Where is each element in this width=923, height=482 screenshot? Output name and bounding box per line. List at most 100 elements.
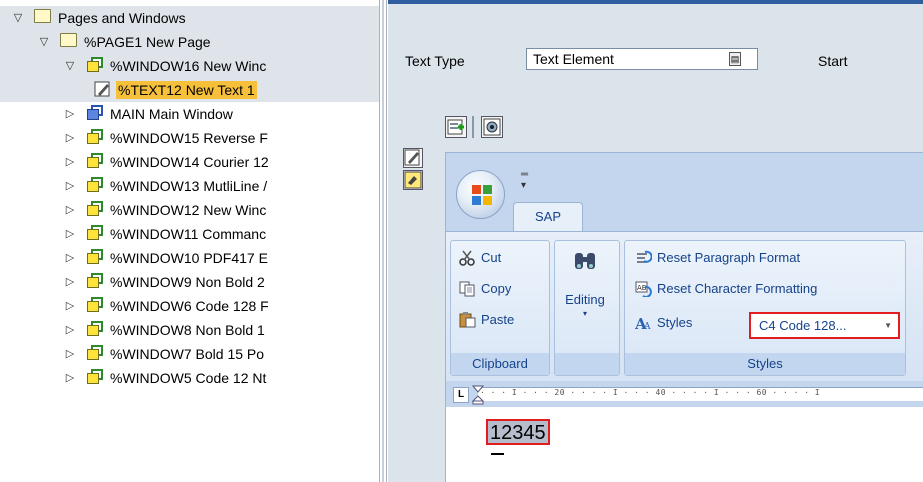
toolbar-separator [472, 116, 474, 138]
ruler: L · · · I · · · 20 · · · · I · · · 40 · … [446, 383, 923, 407]
office-button[interactable] [456, 170, 505, 219]
tree-node[interactable]: ▷ %WINDOW9 Non Bold 2 [0, 270, 384, 294]
expand-icon[interactable]: ▷ [64, 371, 76, 385]
styles-icon: A A [635, 315, 651, 331]
office-logo-icon [472, 185, 492, 205]
expand-icon[interactable]: ▷ [64, 179, 76, 193]
editing-button[interactable]: Editing ▾ [563, 245, 607, 351]
window-icon [86, 345, 104, 361]
editing-group: Editing ▾ [554, 240, 620, 376]
edit-text-button[interactable] [403, 148, 423, 168]
tree-node[interactable]: ▷ %WINDOW12 New Winc [0, 198, 384, 222]
reset-character-icon: AB [635, 281, 652, 297]
expand-icon[interactable]: ▷ [64, 155, 76, 169]
expand-icon[interactable]: ▷ [64, 203, 76, 217]
text-element-icon [94, 81, 112, 97]
copy-label: Copy [481, 281, 512, 296]
word-editor: ═ ▾ SAP Cut Copy Paste Clipboard Editing… [445, 152, 923, 482]
tree-node[interactable]: ▷ %WINDOW15 Reverse F [0, 126, 384, 150]
document-text[interactable]: 12345 [486, 419, 550, 445]
editing-group-title [555, 353, 619, 375]
window-icon [86, 129, 104, 145]
tree-node[interactable]: ▷ %WINDOW5 Code 12 Nt [0, 366, 384, 390]
tree-node[interactable]: ▷ %WINDOW11 Commanc [0, 222, 384, 246]
folder-icon [60, 33, 78, 49]
styles-button[interactable]: A A Styles [635, 312, 692, 334]
window-icon [86, 201, 104, 217]
svg-text:AB: AB [637, 284, 647, 292]
quick-access-dropdown-icon[interactable]: ═ ▾ [521, 169, 528, 191]
tree-node[interactable]: ▷ %WINDOW8 Non Bold 1 [0, 318, 384, 342]
insert-element-button[interactable] [445, 116, 467, 138]
tree-node-label: %WINDOW8 Non Bold 1 [110, 322, 265, 338]
dropdown-icon[interactable]: ▤ [729, 52, 741, 66]
text-type-select[interactable]: Text Element ▤ [526, 48, 758, 70]
collapse-icon[interactable]: ▽ [12, 11, 24, 25]
text-type-value: Text Element [533, 51, 614, 67]
tree-node-label: %WINDOW6 Code 128 F [110, 298, 269, 314]
tree-node[interactable]: ▽ Pages and Windows [0, 6, 384, 30]
editor-pane: Text Type Text Element ▤ Start ═ ▾ SAP C… [388, 0, 923, 482]
window-icon [86, 321, 104, 337]
text-caret [491, 453, 504, 455]
style-combo-value: C4 Code 128... [759, 318, 847, 333]
tree-node[interactable]: %TEXT12 New Text 1 [0, 78, 384, 102]
reset-paragraph-label: Reset Paragraph Format [657, 250, 801, 265]
tree-node[interactable]: ▷ MAIN Main Window [0, 102, 384, 126]
tab-selector-icon[interactable]: L [453, 387, 469, 403]
window-icon [86, 369, 104, 385]
collapse-icon[interactable]: ▽ [64, 59, 76, 73]
paste-label: Paste [481, 312, 515, 327]
tree-node-label: %WINDOW12 New Winc [110, 202, 267, 218]
tree-node-label: %WINDOW9 Non Bold 2 [110, 274, 265, 290]
collapse-icon[interactable]: ▽ [38, 35, 50, 49]
pane-splitter[interactable] [379, 0, 387, 482]
expand-icon[interactable]: ▷ [64, 251, 76, 265]
reset-paragraph-button[interactable]: Reset Paragraph Format [635, 247, 800, 269]
styles-group: Reset Paragraph Format AB Reset Characte… [624, 240, 906, 376]
tree-node-label: Pages and Windows [58, 10, 186, 26]
copy-button[interactable]: Copy [459, 278, 511, 300]
expand-icon[interactable]: ▷ [64, 275, 76, 289]
window-icon [86, 273, 104, 289]
display-button[interactable] [481, 116, 503, 138]
window-icon [86, 57, 104, 73]
expand-icon[interactable]: ▷ [64, 299, 76, 313]
tree-node-label: %WINDOW7 Bold 15 Po [110, 346, 265, 362]
editor-switch-icon [404, 171, 422, 189]
document-area[interactable]: 12345 [446, 407, 923, 482]
insert-icon [447, 119, 464, 135]
reset-character-button[interactable]: AB Reset Character Formatting [635, 278, 817, 300]
clipboard-group-title: Clipboard [451, 353, 549, 375]
tree-node[interactable]: ▽ %PAGE1 New Page [0, 30, 384, 54]
clipboard-group: Cut Copy Paste Clipboard [450, 240, 550, 376]
window-icon [86, 153, 104, 169]
cut-label: Cut [481, 250, 502, 265]
tree-node[interactable]: ▷ %WINDOW10 PDF417 E [0, 246, 384, 270]
reset-paragraph-icon [637, 250, 652, 263]
tree-node-label: %WINDOW5 Code 12 Nt [110, 370, 267, 386]
paste-icon [459, 312, 476, 328]
scissors-icon [459, 250, 475, 266]
tree-node[interactable]: ▷ %WINDOW13 MutliLine / [0, 174, 384, 198]
main-window-icon [86, 105, 104, 121]
tree-node[interactable]: ▷ %WINDOW14 Courier 12 [0, 150, 384, 174]
ruler-ticks: · · · I · · · 20 · · · · I · · · 40 · · … [480, 388, 821, 397]
tab-sap[interactable]: SAP [513, 202, 583, 232]
styles-label: Styles [657, 315, 693, 330]
expand-icon[interactable]: ▷ [64, 131, 76, 145]
tree-node[interactable]: ▷ %WINDOW7 Bold 15 Po [0, 342, 384, 366]
tree-node-label: %WINDOW13 MutliLine / [110, 178, 268, 194]
expand-icon[interactable]: ▷ [64, 227, 76, 241]
chevron-down-icon[interactable]: ▼ [884, 314, 892, 337]
tree-node[interactable]: ▷ %WINDOW6 Code 128 F [0, 294, 384, 318]
expand-icon[interactable]: ▷ [64, 107, 76, 121]
structure-tree: ▽ Pages and Windows ▽ %PAGE1 New Page ▽ %WIND… [0, 0, 384, 482]
tree-node[interactable]: ▽ %WINDOW16 New Winc [0, 54, 384, 78]
change-editor-button[interactable] [403, 170, 423, 190]
cut-button[interactable]: Cut [459, 247, 501, 269]
style-combo[interactable]: C4 Code 128... ▼ [749, 312, 900, 339]
expand-icon[interactable]: ▷ [64, 347, 76, 361]
paste-button[interactable]: Paste [459, 309, 514, 331]
expand-icon[interactable]: ▷ [64, 323, 76, 337]
